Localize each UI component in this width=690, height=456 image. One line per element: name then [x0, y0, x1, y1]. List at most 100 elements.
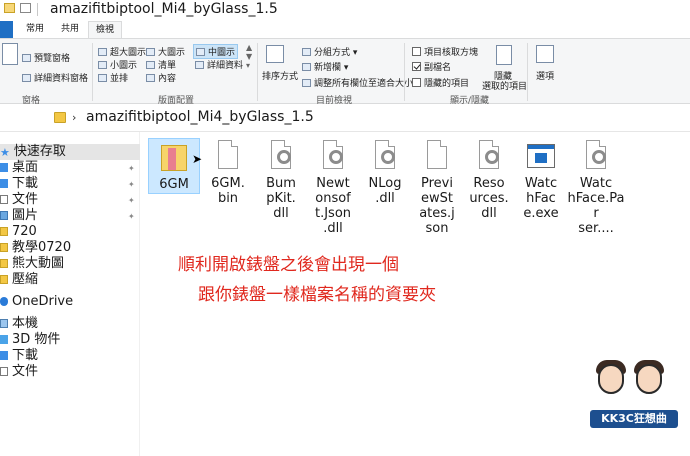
file-name: 6GM [159, 177, 189, 192]
hide-selected-icon [496, 45, 512, 65]
hide-selected-line2[interactable]: 選取的項目 [482, 79, 527, 92]
desktop-icon [0, 163, 8, 172]
file-item[interactable]: 6GM. bin [202, 138, 254, 206]
navigation-pane: ★ 快速存取 桌面 ✦ 下載 ✦ 文件 ✦ 圖片 ✦ 720 教學0720 熊大動圖 壓縮… [0, 138, 140, 456]
ribbon-tabs: 常用 共用 檢視 [0, 21, 690, 38]
dll-icon [577, 138, 615, 176]
sort-icon [266, 45, 284, 63]
navigation-pane-icon[interactable] [2, 43, 18, 65]
file-extensions-toggle[interactable]: 副檔名 [412, 60, 451, 73]
nav-item-tutorial[interactable]: 教學0720 [0, 240, 140, 256]
sort-by-button[interactable]: 排序方式 [262, 69, 298, 82]
layout-medium-icons[interactable]: 中圖示 [193, 44, 239, 59]
address-bar[interactable]: › amazifitbiptool_Mi4_byGlass_1.5 [0, 107, 690, 130]
document-icon [0, 195, 8, 204]
star-icon: ★ [0, 146, 10, 159]
tab-file[interactable] [0, 21, 13, 38]
pane-group-label: 窗格 [22, 96, 41, 106]
folder-icon [0, 275, 8, 284]
details-icon [195, 61, 204, 69]
tab-share[interactable]: 共用 [55, 21, 85, 38]
group-by-icon [302, 48, 311, 56]
tab-home[interactable]: 常用 [20, 21, 50, 38]
layout-small-icons[interactable]: 小圖示 [98, 58, 137, 71]
file-item[interactable]: NLog .dll [359, 138, 411, 206]
file-name: 6GM. bin [211, 176, 245, 206]
list-icon [146, 61, 155, 69]
dll-icon [314, 138, 352, 176]
options-button[interactable]: 選項 [536, 69, 554, 82]
title-divider [37, 3, 38, 16]
add-column-button[interactable]: 新增欄 ▾ [302, 60, 348, 73]
hidden-items-toggle[interactable]: 隱藏的項目 [412, 76, 469, 89]
title-bar: amazifitbiptool_Mi4_byGlass_1.5 [0, 0, 690, 20]
cube-icon [0, 335, 8, 344]
nav-item-onedrive[interactable]: OneDrive [0, 294, 140, 310]
file-item[interactable]: Newt onsof t.Json .dll [307, 138, 359, 236]
pin-icon[interactable]: ✦ [128, 193, 135, 209]
file-item[interactable]: Bum pKit. dll [255, 138, 307, 221]
nav-item-3d-objects[interactable]: 3D 物件 [0, 332, 140, 348]
cloud-icon [0, 297, 8, 306]
nav-item-desktop[interactable]: 桌面 ✦ [0, 160, 140, 176]
download-icon [0, 179, 8, 188]
checkbox [412, 78, 421, 87]
layout-details[interactable]: 詳細資料 [195, 58, 243, 71]
annotation-line-2: 跟你錶盤一樣檔案名稱的資要夾 [198, 285, 436, 305]
show-hide-group-label: 顯示/隱藏 [450, 96, 490, 106]
pin-icon[interactable]: ✦ [128, 177, 135, 193]
item-checkboxes-toggle[interactable]: 項目核取方塊 [412, 45, 478, 58]
folder-icon [0, 259, 8, 268]
layout-tiles[interactable]: 並排 [98, 71, 128, 84]
file-item[interactable]: Previ ewSt ates.j son [411, 138, 463, 236]
window-title: amazifitbiptool_Mi4_byGlass_1.5 [50, 1, 278, 17]
tab-view[interactable]: 檢視 [88, 21, 122, 38]
nav-item-downloads-pc[interactable]: 下載 [0, 348, 140, 364]
pin-icon[interactable]: ✦ [128, 161, 135, 177]
add-column-icon [302, 63, 311, 71]
nav-item-quick-access[interactable]: ★ 快速存取 [0, 144, 140, 160]
file-name: Reso urces. dll [469, 176, 509, 221]
preview-pane-button[interactable]: 預覽窗格 [22, 51, 70, 64]
file-item[interactable]: Reso urces. dll [463, 138, 515, 221]
nav-item-documents[interactable]: 文件 ✦ [0, 192, 140, 208]
nav-item-this-pc[interactable]: 本機 [0, 316, 140, 332]
layout-list[interactable]: 清單 [146, 58, 176, 71]
nav-item-pictures[interactable]: 圖片 ✦ [0, 208, 140, 224]
quick-access-toolbar-icon[interactable] [20, 3, 31, 13]
preview-pane-icon [22, 54, 31, 62]
group-by-button[interactable]: 分組方式 ▾ [302, 45, 357, 58]
nav-item-720[interactable]: 720 [0, 224, 140, 240]
character-face-icon [598, 364, 624, 394]
folder-icon [54, 112, 66, 123]
fit-columns-button[interactable]: 調整所有欄位至適合大小 [302, 76, 413, 89]
details-pane-label: 詳細資料窗格 [34, 74, 89, 84]
dll-icon [366, 138, 404, 176]
tiles-icon [98, 74, 107, 82]
options-icon [536, 45, 554, 63]
details-pane-button[interactable]: 詳細資料窗格 [22, 71, 88, 84]
layout-scroll-arrows[interactable]: ▲ ▼ ▾ [246, 43, 252, 70]
layout-extra-large-icons[interactable]: 超大圖示 [98, 45, 146, 58]
content-icon [146, 74, 155, 82]
folder-icon [4, 3, 15, 13]
nav-item-compressed[interactable]: 壓縮 [0, 272, 140, 288]
nav-item-documents-pc[interactable]: 文件 [0, 364, 140, 380]
address-path[interactable]: amazifitbiptool_Mi4_byGlass_1.5 [86, 109, 314, 125]
pin-icon[interactable]: ✦ [128, 209, 135, 225]
file-icon [209, 138, 247, 176]
pictures-icon [0, 211, 8, 220]
layout-large-icons[interactable]: 大圖示 [146, 45, 185, 58]
nav-item-downloads[interactable]: 下載 ✦ [0, 176, 140, 192]
file-item-folder[interactable]: 6GM [148, 138, 200, 194]
nav-item-bear-gifs[interactable]: 熊大動圖 [0, 256, 140, 272]
chevron-right-icon[interactable]: › [72, 111, 76, 124]
download-icon [0, 351, 8, 360]
large-icons-icon [146, 48, 155, 56]
file-item[interactable]: Watc hFace.Par ser.... [567, 138, 625, 236]
fit-columns-icon [302, 79, 311, 87]
checkbox-checked [412, 62, 421, 71]
computer-icon [0, 319, 8, 328]
layout-content[interactable]: 內容 [146, 71, 176, 84]
file-item[interactable]: Watc hFac e.exe [515, 138, 567, 221]
